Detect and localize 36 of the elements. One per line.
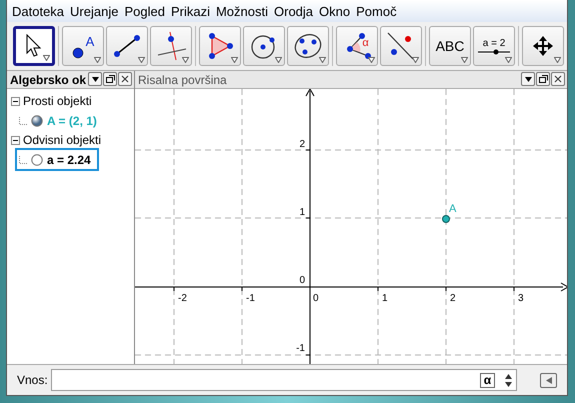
algebra-item[interactable]: a = 2.24 xyxy=(15,148,99,171)
alpha-symbol: α xyxy=(362,37,369,49)
text-tool-label: ABC xyxy=(436,38,464,54)
panel-title: Algebrsko ok xyxy=(9,72,86,86)
axis-label: 1 xyxy=(382,293,388,304)
menu-item[interactable]: Datoteka xyxy=(9,4,68,18)
menu-item[interactable]: Pogled xyxy=(121,4,168,18)
input-field[interactable]: α xyxy=(50,369,517,391)
panel-title: Risalna površina xyxy=(137,72,227,86)
axis-label: -1 xyxy=(296,343,305,354)
symbol-button[interactable]: α xyxy=(480,372,495,388)
axis-label: 0 xyxy=(299,275,305,286)
axis-label: 1 xyxy=(299,207,305,218)
tool-button[interactable]: a = 2 xyxy=(473,26,515,66)
tool-button[interactable]: A xyxy=(62,26,104,66)
tool-button[interactable]: ABC xyxy=(429,26,471,66)
group-name[interactable]: Prosti objekti xyxy=(23,94,92,108)
axis-label: 2 xyxy=(299,139,305,150)
menu-item[interactable]: Okno xyxy=(316,4,354,18)
axis-label: -2 xyxy=(178,293,187,304)
tool-button[interactable]: α xyxy=(336,26,378,66)
menu-item[interactable]: Pomoč xyxy=(353,4,400,18)
point-label: A xyxy=(86,34,94,48)
axis-label: -1 xyxy=(246,293,255,304)
menu-item[interactable]: Urejanje xyxy=(67,4,122,18)
axis-label: 2 xyxy=(450,293,456,304)
axis-label: 3 xyxy=(518,293,524,304)
menu-item[interactable]: Prikazi xyxy=(168,4,213,18)
graphics-canvas[interactable]: -2 -1 0 1 2 3 2 1 0 -1 A xyxy=(135,89,567,364)
axis-label: 0 xyxy=(313,293,319,304)
menu-item[interactable]: Možnosti xyxy=(212,4,271,18)
input-label: Vnos: xyxy=(17,373,48,387)
point-label: A xyxy=(449,203,456,215)
group-name[interactable]: Odvisni objekti xyxy=(23,133,102,147)
menu-item[interactable]: Orodja xyxy=(271,4,316,18)
slider-tool-label: a = 2 xyxy=(482,38,506,48)
